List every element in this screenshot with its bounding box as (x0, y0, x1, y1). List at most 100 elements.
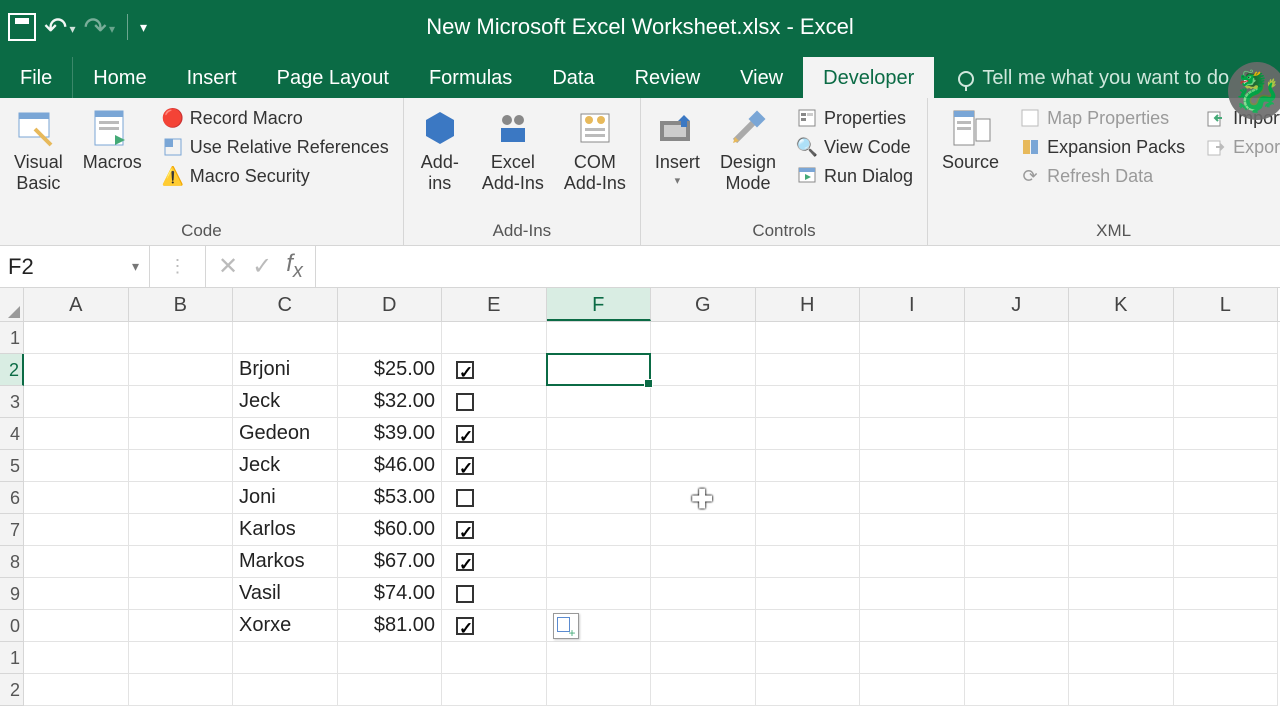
cell[interactable] (442, 418, 547, 450)
cell[interactable] (756, 482, 861, 514)
cell[interactable] (233, 322, 338, 354)
cell[interactable] (129, 514, 234, 546)
cell[interactable] (1174, 418, 1279, 450)
cell[interactable] (442, 674, 547, 706)
cell[interactable] (965, 322, 1070, 354)
cell[interactable] (651, 578, 756, 610)
cell[interactable] (129, 418, 234, 450)
cell[interactable] (1069, 322, 1174, 354)
checkbox-control[interactable] (456, 361, 474, 379)
checkbox-control[interactable] (456, 425, 474, 443)
cell[interactable] (547, 386, 652, 418)
cell[interactable] (24, 546, 129, 578)
cell[interactable]: $60.00 (338, 514, 443, 546)
column-header[interactable]: H (756, 288, 861, 321)
cell[interactable] (129, 386, 234, 418)
tab-formulas[interactable]: Formulas (409, 57, 532, 98)
cell[interactable]: $81.00 (338, 610, 443, 642)
row-header[interactable]: 0 (0, 610, 24, 642)
cell[interactable] (442, 450, 547, 482)
cell[interactable] (24, 418, 129, 450)
cell[interactable] (1174, 674, 1279, 706)
undo-button[interactable]: ↶ (44, 11, 76, 44)
cell[interactable] (24, 674, 129, 706)
column-header[interactable]: B (129, 288, 234, 321)
cell[interactable] (442, 386, 547, 418)
cell[interactable] (651, 674, 756, 706)
fx-icon[interactable]: fx (286, 250, 303, 283)
cell[interactable] (860, 642, 965, 674)
cell[interactable] (1174, 578, 1279, 610)
auto-fill-options-button[interactable] (553, 613, 579, 639)
cell[interactable] (129, 546, 234, 578)
cell[interactable] (1069, 514, 1174, 546)
tab-developer[interactable]: Developer (803, 57, 934, 98)
cell[interactable] (756, 578, 861, 610)
cell[interactable] (1174, 514, 1279, 546)
checkbox-control[interactable] (456, 457, 474, 475)
cell[interactable]: $74.00 (338, 578, 443, 610)
row-header[interactable]: 7 (0, 514, 24, 546)
qat-customize-icon[interactable]: ▾ (140, 19, 147, 36)
cell[interactable] (965, 482, 1070, 514)
column-header[interactable]: F (547, 288, 652, 321)
checkbox-control[interactable] (456, 489, 474, 507)
cell[interactable] (860, 674, 965, 706)
cell[interactable] (860, 578, 965, 610)
cell[interactable] (860, 610, 965, 642)
cell[interactable] (756, 322, 861, 354)
cell[interactable] (1069, 354, 1174, 386)
cell[interactable] (338, 674, 443, 706)
cell[interactable] (442, 514, 547, 546)
checkbox-control[interactable] (456, 521, 474, 539)
cell[interactable] (1069, 546, 1174, 578)
column-header[interactable]: J (965, 288, 1070, 321)
tell-me-search[interactable]: Tell me what you want to do (958, 67, 1229, 98)
cell[interactable] (756, 450, 861, 482)
column-header[interactable]: G (651, 288, 756, 321)
cell[interactable] (547, 322, 652, 354)
tab-view[interactable]: View (720, 57, 803, 98)
cell[interactable] (233, 642, 338, 674)
cell[interactable] (129, 322, 234, 354)
cell[interactable]: Brjoni (233, 354, 338, 386)
cell[interactable] (756, 546, 861, 578)
cell[interactable] (860, 418, 965, 450)
cell[interactable] (1174, 610, 1279, 642)
cell[interactable]: Karlos (233, 514, 338, 546)
column-header[interactable]: D (338, 288, 443, 321)
name-box[interactable]: F2 (0, 246, 150, 287)
cell[interactable] (651, 642, 756, 674)
formula-bar[interactable] (316, 246, 1280, 287)
cell[interactable] (756, 418, 861, 450)
cell[interactable] (965, 642, 1070, 674)
cell[interactable] (651, 610, 756, 642)
cell[interactable] (338, 642, 443, 674)
cell[interactable] (965, 546, 1070, 578)
cell[interactable] (338, 322, 443, 354)
cell[interactable] (651, 546, 756, 578)
cell[interactable] (965, 674, 1070, 706)
cell[interactable] (1069, 642, 1174, 674)
cell[interactable] (651, 322, 756, 354)
cell[interactable] (24, 642, 129, 674)
cell[interactable] (651, 386, 756, 418)
cell[interactable] (860, 514, 965, 546)
com-addins-button[interactable]: COM Add-Ins (560, 104, 630, 195)
cell[interactable] (442, 322, 547, 354)
cell[interactable]: $46.00 (338, 450, 443, 482)
cell[interactable] (1174, 482, 1279, 514)
use-relative-refs-button[interactable]: Use Relative References (158, 133, 393, 161)
cell[interactable] (965, 386, 1070, 418)
cell[interactable]: $67.00 (338, 546, 443, 578)
cell[interactable] (651, 418, 756, 450)
cell[interactable] (1174, 386, 1279, 418)
tab-insert[interactable]: Insert (167, 57, 257, 98)
cell[interactable] (129, 354, 234, 386)
cell[interactable] (129, 578, 234, 610)
cell[interactable] (442, 610, 547, 642)
cell[interactable]: $39.00 (338, 418, 443, 450)
cell[interactable] (651, 514, 756, 546)
cell[interactable] (1174, 450, 1279, 482)
tab-page-layout[interactable]: Page Layout (257, 57, 409, 98)
